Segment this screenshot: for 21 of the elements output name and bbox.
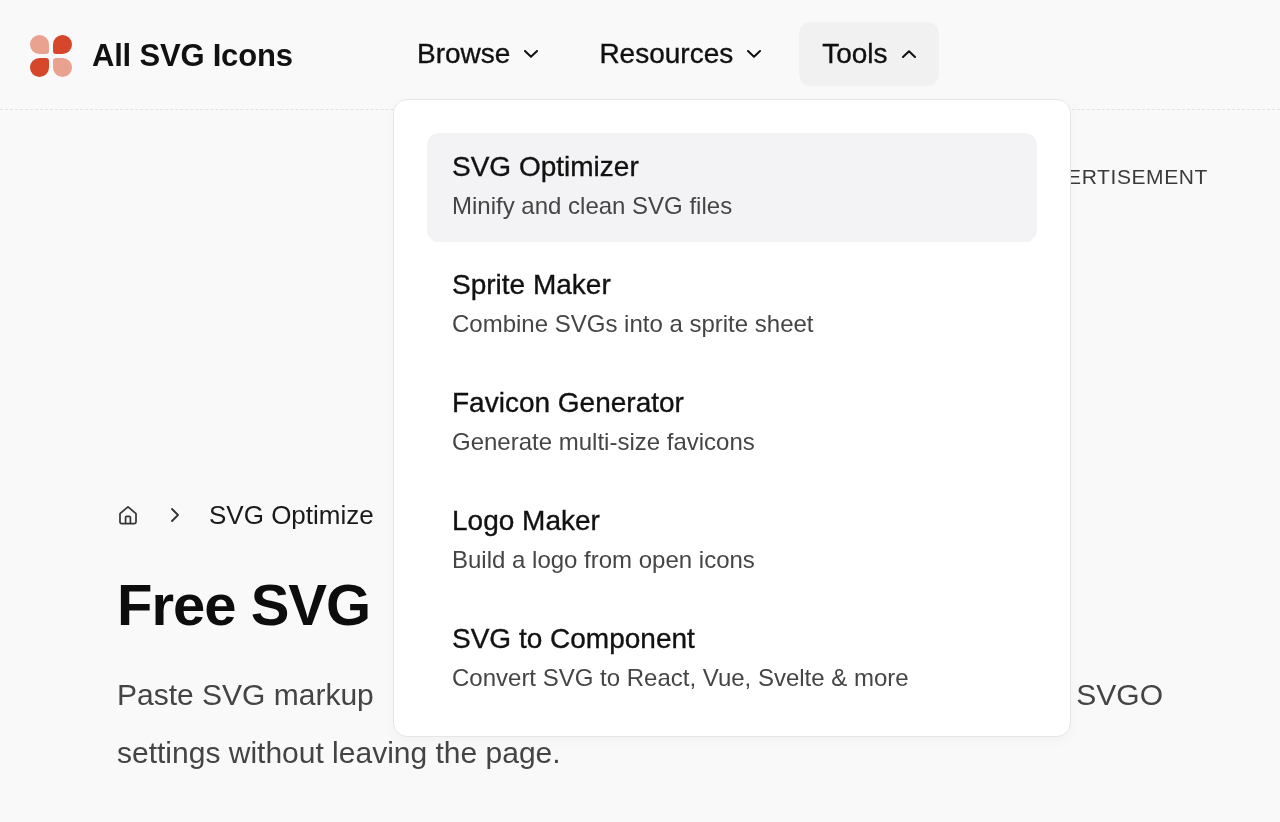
caret-down-icon xyxy=(524,49,539,58)
advertisement-label: ERTISEMENT xyxy=(1067,164,1208,190)
menu-item[interactable]: SVG Optimizer Minify and clean SVG files xyxy=(427,133,1037,242)
menu-item[interactable]: Sprite Maker Combine SVGs into a sprite sheet xyxy=(427,251,1037,360)
intro-text: Paste SVG markup xyxy=(117,678,374,712)
menu-item[interactable]: SVG to Component Convert SVG to React, Vue, Svelte & more xyxy=(427,605,1037,714)
menu-item[interactable]: Logo Maker Build a logo from open icons xyxy=(427,487,1037,596)
chevron-right-icon xyxy=(171,508,179,522)
page-heading: Free SVG xyxy=(117,571,371,639)
caret-down-icon xyxy=(747,49,762,58)
caret-up-icon xyxy=(901,49,916,58)
nav-menu-button[interactable]: Resources xyxy=(576,21,785,86)
nav-menu-button[interactable]: Tools xyxy=(799,21,939,86)
breadcrumb-current: SVG Optimize xyxy=(209,500,374,530)
menu-item[interactable]: Favicon Generator Generate multi-size favicons xyxy=(427,369,1037,478)
nav-menu-button[interactable]: Browse xyxy=(394,21,562,86)
logo-icon[interactable] xyxy=(30,34,72,77)
intro-text: settings without leaving the page. xyxy=(117,736,561,770)
intro-text: SVGO xyxy=(1076,678,1163,712)
site-title[interactable]: All SVG Icons xyxy=(92,36,293,75)
home-icon[interactable] xyxy=(118,505,138,525)
